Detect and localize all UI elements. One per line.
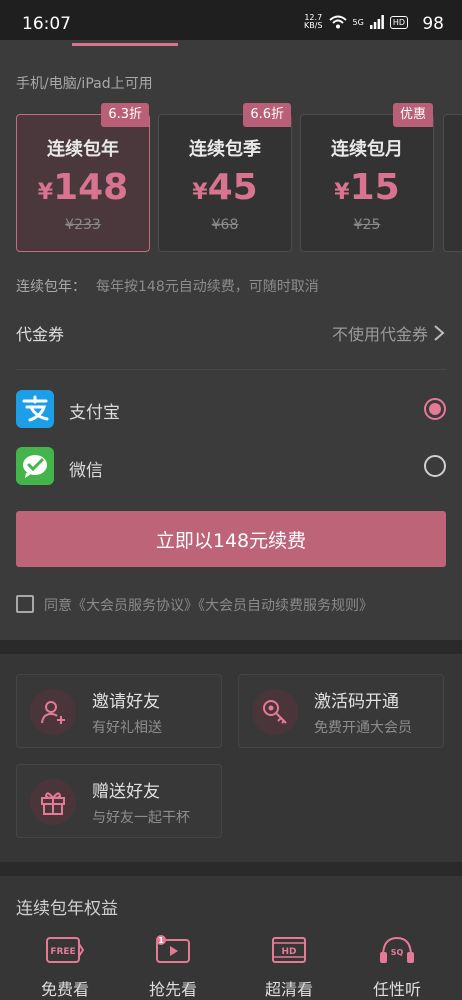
feature-title: 赠送好友	[92, 782, 160, 802]
plan-card-next[interactable]	[443, 114, 462, 252]
gift-friend-card[interactable]: 赠送好友 与好友一起干杯	[16, 764, 222, 838]
svg-text:HD: HD	[281, 947, 296, 957]
network-speed: 12.7 KB/S	[304, 13, 323, 30]
chevron-right-icon[interactable]	[432, 324, 446, 342]
feature-subtitle: 免费开通大会员	[314, 720, 412, 736]
plan-discount-badge: 6.6折	[243, 103, 291, 127]
divider	[16, 369, 446, 370]
plan-name: 连续包年	[47, 139, 119, 160]
feature-subtitle: 与好友一起干杯	[92, 810, 190, 826]
benefit-label: 免费看	[40, 980, 89, 999]
feature-title: 邀请好友	[92, 692, 160, 712]
sq-headphones-icon: SQ	[380, 936, 414, 963]
active-tab-indicator	[72, 43, 178, 46]
battery-level: 98	[422, 14, 444, 34]
invite-friend-icon	[41, 701, 65, 724]
key-icon	[263, 700, 287, 724]
coupon-selector[interactable]: 不使用代金券	[332, 321, 428, 345]
alipay-option-label[interactable]: 支付宝	[69, 398, 120, 423]
hd-call-icon: HD	[389, 15, 408, 29]
plan-original-price: ¥25	[353, 217, 381, 233]
plan-name: 连续包月	[331, 139, 403, 160]
free-icon: FREE	[46, 937, 85, 963]
plan-discount-badge: 优惠	[392, 103, 433, 127]
benefit-hd[interactable]: HD 超清看	[249, 934, 329, 1000]
pay-renew-button[interactable]: 立即以148元续费	[16, 511, 446, 567]
status-bar: 16:07 12.7 KB/S 5G HD 98	[0, 0, 462, 40]
svg-text:1: 1	[158, 936, 164, 945]
plan-price: ¥15	[334, 167, 400, 208]
signal-bars-icon	[369, 15, 384, 29]
svg-text:FREE: FREE	[50, 947, 75, 957]
plan-price: ¥148	[37, 167, 129, 208]
benefits-title: 连续包年权益	[16, 899, 118, 919]
purchase-panel: 手机/电脑/iPad上可用 6.3折 连续包年 ¥148 ¥233 6.6折 连…	[0, 40, 462, 640]
plan-name: 连续包季	[189, 139, 261, 160]
benefit-label: 抢先看	[148, 980, 197, 999]
benefit-free[interactable]: FREE 免费看	[25, 934, 105, 1000]
benefit-label: 超清看	[264, 980, 313, 999]
coupon-label: 代金券	[16, 325, 65, 344]
renew-note: 连续包年： 每年按148元自动续费，可随时取消	[16, 279, 319, 295]
status-icons: 12.7 KB/S 5G HD	[304, 14, 408, 30]
feature-title: 激活码开通	[314, 692, 399, 712]
plan-discount-badge: 6.3折	[101, 103, 149, 127]
features-panel: 邀请好友 有好礼相送 激活码开通 免费开通大会员 赠送好友 与好友一起干杯	[0, 654, 462, 862]
wechat-option-label[interactable]: 微信	[69, 456, 103, 481]
signal-5g-label: 5G	[352, 17, 364, 27]
plan-original-price: ¥233	[65, 217, 101, 233]
invite-friend-card[interactable]: 邀请好友 有好礼相送	[16, 674, 222, 748]
benefits-panel: 连续包年权益 FREE 免费看 1 抢先看 HD 超清看 SQ 任性听	[0, 876, 462, 1000]
alipay-icon	[16, 390, 54, 428]
gift-icon	[41, 792, 65, 815]
plan-price: ¥45	[192, 167, 258, 208]
platform-note: 手机/电脑/iPad上可用	[16, 76, 153, 92]
activation-code-card[interactable]: 激活码开通 免费开通大会员	[238, 674, 444, 748]
status-time: 16:07	[22, 14, 71, 34]
agreement-checkbox[interactable]	[16, 595, 34, 613]
agreement-text[interactable]: 同意《大会员服务协议》《大会员自动续费服务规则》	[44, 595, 373, 615]
plan-card-quarterly[interactable]: 6.6折 连续包季 ¥45 ¥68	[158, 103, 292, 252]
benefit-label: 任性听	[372, 980, 421, 999]
hd-icon: HD	[272, 937, 306, 963]
benefit-audio[interactable]: SQ 任性听	[357, 934, 437, 1000]
feature-subtitle: 有好礼相送	[92, 720, 162, 736]
benefit-early-access[interactable]: 1 抢先看	[133, 934, 213, 1000]
svg-text:SQ: SQ	[391, 948, 404, 957]
alipay-radio[interactable]	[424, 398, 446, 420]
wifi-icon	[328, 15, 347, 29]
plan-card-yearly[interactable]: 6.3折 连续包年 ¥148 ¥233	[16, 103, 150, 252]
wechat-radio[interactable]	[424, 455, 446, 477]
plan-card-monthly[interactable]: 优惠 连续包月 ¥15 ¥25	[300, 103, 434, 252]
plan-original-price: ¥68	[211, 217, 239, 233]
wechat-pay-icon	[16, 447, 54, 485]
early-access-icon: 1	[156, 935, 190, 963]
